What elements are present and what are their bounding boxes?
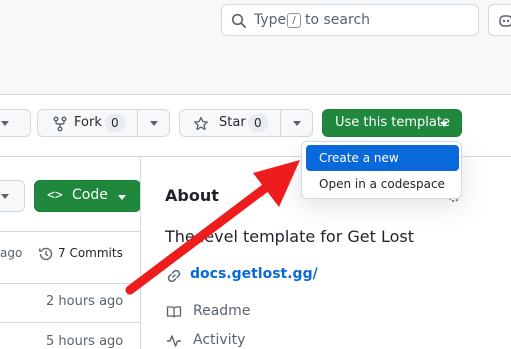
annotation-arrow <box>125 160 300 295</box>
